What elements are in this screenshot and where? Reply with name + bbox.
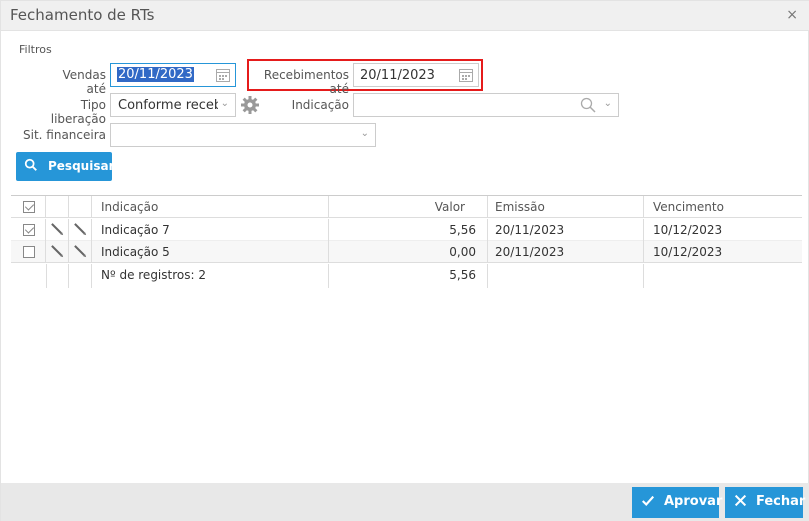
row-select-cell[interactable] xyxy=(11,241,46,263)
filters-section-label: Filtros xyxy=(19,43,52,56)
row-checkbox[interactable] xyxy=(23,224,35,236)
vencimento-cell: 10/12/2023 xyxy=(653,223,723,237)
record-count: Nº de registros: 2 xyxy=(92,264,329,288)
total-valor: 5,56 xyxy=(329,264,488,288)
select-all-checkbox[interactable] xyxy=(23,201,35,213)
sit-financeira-select[interactable]: ⌄ xyxy=(110,123,376,147)
emissao-cell: 20/11/2023 xyxy=(488,241,644,263)
edit-cell[interactable] xyxy=(69,219,92,241)
pencil-icon[interactable] xyxy=(73,244,88,259)
approve-button[interactable]: Aprovar xyxy=(632,487,723,518)
tipo-liberacao-label: Tipo liberação xyxy=(50,98,106,126)
footer-empty xyxy=(46,264,69,288)
header-edit-col-2 xyxy=(69,196,92,218)
grid-footer-row: Nº de registros: 2 5,56 xyxy=(11,264,802,288)
table-row[interactable]: Indicação 5 0,00 20/11/2023 10/12/2023 xyxy=(11,241,802,263)
chevron-down-icon: ⌄ xyxy=(603,98,612,109)
calendar-icon[interactable] xyxy=(215,67,231,83)
dialog-title: Fechamento de RTs xyxy=(10,6,155,24)
chevron-down-icon: ⌄ xyxy=(360,128,369,139)
header-edit-col-1 xyxy=(46,196,69,218)
pencil-icon[interactable] xyxy=(73,222,88,237)
emissao-cell: 20/11/2023 xyxy=(488,219,644,241)
pencil-icon[interactable] xyxy=(50,222,65,237)
header-valor[interactable]: Valor xyxy=(329,196,488,218)
header-emissao[interactable]: Emissão xyxy=(488,196,644,218)
close-icon[interactable]: × xyxy=(786,7,798,23)
recebimentos-ate-field[interactable]: 20/11/2023 xyxy=(353,63,479,87)
header-vencimento[interactable]: Vencimento xyxy=(644,196,802,218)
footer-empty xyxy=(11,264,46,288)
calendar-icon[interactable] xyxy=(458,67,474,83)
row-checkbox[interactable] xyxy=(23,246,35,258)
recebimentos-ate-value: 20/11/2023 xyxy=(360,68,435,83)
valor-cell: 0,00 xyxy=(329,241,488,263)
chevron-down-icon: ⌄ xyxy=(220,98,229,109)
indicacao-label: Indicação xyxy=(291,98,349,112)
edit-cell[interactable] xyxy=(46,219,69,241)
recebimentos-ate-label: Recebimentos até xyxy=(263,68,349,96)
approve-button-label: Aprovar xyxy=(664,494,723,509)
fechamento-dialog: Fechamento de RTs × Filtros Vendas até 2… xyxy=(0,0,809,521)
vendas-ate-field[interactable]: 20/11/2023 xyxy=(110,63,236,87)
check-icon xyxy=(642,495,655,507)
sit-financeira-label: Sit. financeira xyxy=(23,128,107,142)
edit-cell[interactable] xyxy=(46,241,69,263)
title-bar: Fechamento de RTs × xyxy=(1,1,809,31)
search-icon[interactable] xyxy=(580,97,596,113)
pencil-icon[interactable] xyxy=(50,244,65,259)
header-indicacao[interactable]: Indicação xyxy=(92,196,329,218)
close-button[interactable]: Fechar xyxy=(725,487,806,518)
grid-header-row: Indicação Valor Emissão Vencimento xyxy=(11,196,802,218)
search-button-label: Pesquisar xyxy=(48,159,115,173)
vendas-ate-value: 20/11/2023 xyxy=(117,67,194,82)
close-button-label: Fechar xyxy=(756,494,806,509)
footer-empty xyxy=(69,264,92,288)
valor-cell: 5,56 xyxy=(329,219,488,241)
table-row[interactable]: Indicação 7 5,56 20/11/2023 10/12/2023 xyxy=(11,219,802,241)
close-icon xyxy=(734,494,747,507)
indicacao-cell: Indicação 5 xyxy=(92,241,329,263)
footer-empty xyxy=(644,264,802,288)
footer-empty xyxy=(488,264,644,288)
vencimento-cell: 10/12/2023 xyxy=(653,245,723,259)
gear-icon[interactable] xyxy=(240,95,260,115)
header-select-all[interactable] xyxy=(11,196,46,218)
tipo-liberacao-select[interactable]: Conforme receb ⌄ xyxy=(110,93,236,117)
indicacao-cell: Indicação 7 xyxy=(92,219,329,241)
search-icon xyxy=(24,158,37,171)
indicacao-select[interactable]: ⌄ xyxy=(353,93,619,117)
vendas-ate-label: Vendas até xyxy=(62,68,107,96)
tipo-liberacao-value: Conforme receb xyxy=(118,98,218,113)
search-button[interactable]: Pesquisar xyxy=(16,152,115,181)
edit-cell[interactable] xyxy=(69,241,92,263)
row-select-cell[interactable] xyxy=(11,219,46,241)
